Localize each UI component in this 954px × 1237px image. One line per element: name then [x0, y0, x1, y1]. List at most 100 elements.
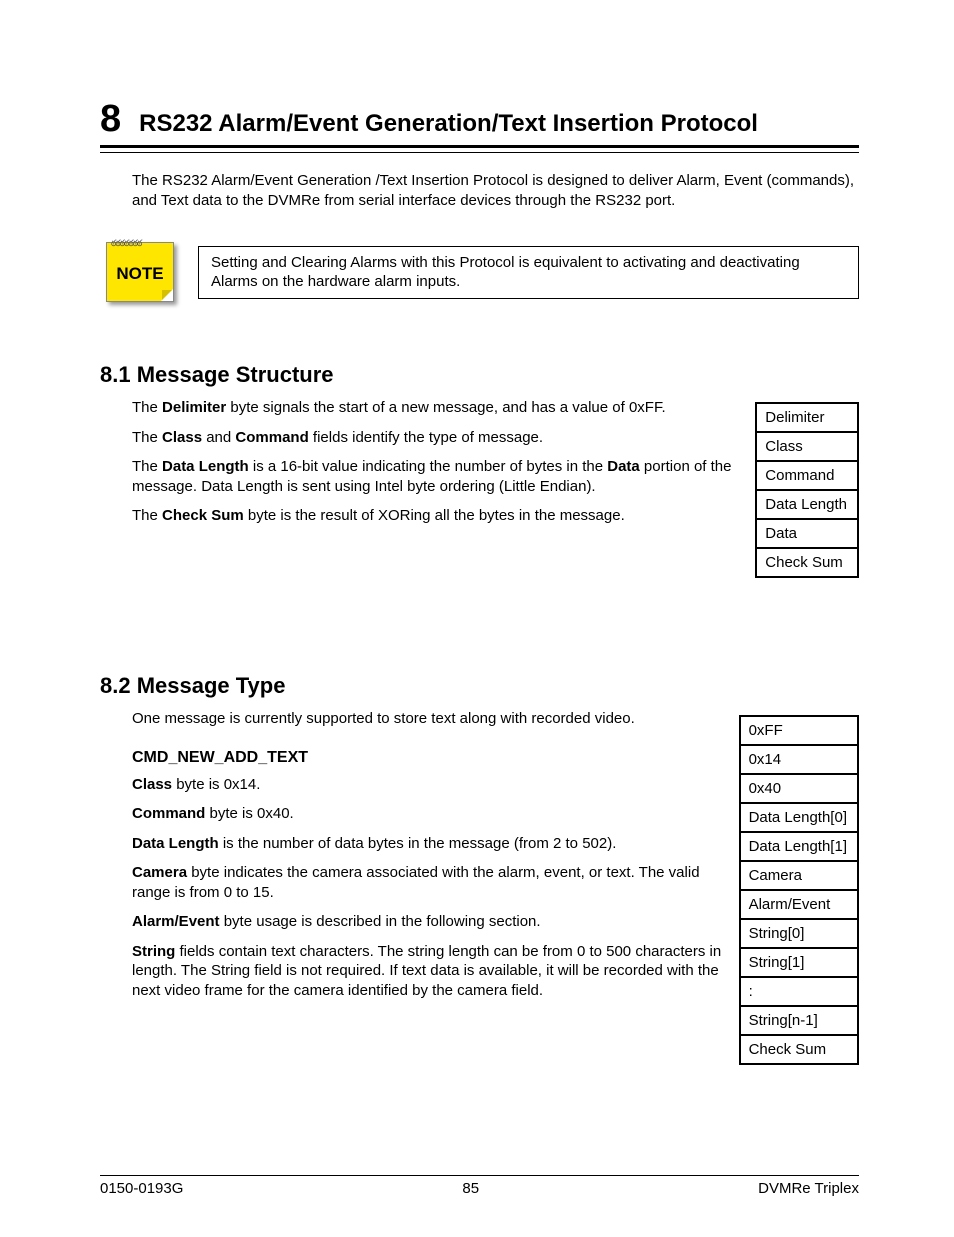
table-cell: :	[740, 977, 858, 1006]
table-row: Data Length	[756, 490, 858, 519]
table-cell: Camera	[740, 861, 858, 890]
section-8-1: The Delimiter byte signals the start of …	[100, 398, 859, 578]
table-cell: Class	[756, 432, 858, 461]
term-class: Class	[132, 776, 172, 793]
table-row: Class	[756, 432, 858, 461]
intro-paragraph: The RS232 Alarm/Event Generation /Text I…	[132, 171, 859, 210]
table-cell: Check Sum	[756, 548, 858, 577]
chapter-heading: 8 RS232 Alarm/Event Generation/Text Inse…	[100, 100, 859, 139]
section-heading-8-1: 8.1 Message Structure	[100, 362, 859, 388]
note-icon: ఠఠఠఠఠఠఠ NOTE	[106, 242, 174, 302]
text: and	[202, 429, 235, 446]
table-cell: Data Length	[756, 490, 858, 519]
section-8-2: 8.2 Message Type One message is currentl…	[100, 673, 859, 1065]
term-command: Command	[132, 805, 205, 822]
table-cell: Alarm/Event	[740, 890, 858, 919]
s82-p5: Camera byte indicates the camera associa…	[132, 863, 731, 902]
table-cell: String[0]	[740, 919, 858, 948]
section-heading-8-2: 8.2 Message Type	[100, 673, 731, 699]
table-row: Data	[756, 519, 858, 548]
table-row: Command	[756, 461, 858, 490]
text: The	[132, 458, 162, 475]
table-cell: String[1]	[740, 948, 858, 977]
table-row: Data Length[1]	[740, 832, 858, 861]
term-data: Data	[607, 458, 640, 475]
table-cell: 0xFF	[740, 716, 858, 745]
text: byte indicates the camera associated wit…	[132, 864, 700, 901]
text: fields identify the type of message.	[309, 429, 543, 446]
term-string: String	[132, 943, 175, 960]
table-row: String[n-1]	[740, 1006, 858, 1035]
note-callout: ఠఠఠఠఠఠఠ NOTE Setting and Clearing Alarms…	[106, 242, 859, 302]
heading-rule-thin	[100, 152, 859, 153]
note-text: Setting and Clearing Alarms with this Pr…	[198, 246, 859, 299]
text: is a 16-bit value indicating the number …	[249, 458, 608, 475]
table-row: Check Sum	[740, 1035, 858, 1064]
table-cell: Command	[756, 461, 858, 490]
s81-p1: The Delimiter byte signals the start of …	[132, 398, 747, 418]
s82-p6: Alarm/Event byte usage is described in t…	[132, 912, 731, 932]
table-row: Check Sum	[756, 548, 858, 577]
table-row: String[1]	[740, 948, 858, 977]
term-alarm-event: Alarm/Event	[132, 913, 220, 930]
term-data-length: Data Length	[162, 458, 249, 475]
term-delimiter: Delimiter	[162, 399, 226, 416]
table-row: 0xFF	[740, 716, 858, 745]
footer-rule	[100, 1175, 859, 1176]
footer-product-name: DVMRe Triplex	[758, 1180, 859, 1197]
table-cell: Delimiter	[756, 403, 858, 432]
section-8-1-content: The Delimiter byte signals the start of …	[100, 398, 747, 536]
text: byte is 0x14.	[172, 776, 260, 793]
table-row: 0x40	[740, 774, 858, 803]
table-cell: Data Length[1]	[740, 832, 858, 861]
chapter-title: RS232 Alarm/Event Generation/Text Insert…	[139, 109, 758, 139]
note-label: NOTE	[116, 264, 163, 284]
term-data-length: Data Length	[132, 835, 219, 852]
text: byte usage is described in the following…	[220, 913, 541, 930]
table-row: Alarm/Event	[740, 890, 858, 919]
footer-doc-id: 0150-0193G	[100, 1180, 183, 1197]
cmd-heading: CMD_NEW_ADD_TEXT	[132, 749, 731, 767]
page-footer: 0150-0193G 85 DVMRe Triplex	[100, 1180, 859, 1197]
table-row: Camera	[740, 861, 858, 890]
spiral-binding-icon: ఠఠఠఠఠఠఠ	[111, 238, 169, 251]
term-camera: Camera	[132, 864, 187, 881]
text: The	[132, 507, 162, 524]
page-fold-shadow	[162, 290, 172, 300]
term-check-sum: Check Sum	[162, 507, 244, 524]
table-cell: 0x40	[740, 774, 858, 803]
text: byte is 0x40.	[205, 805, 293, 822]
heading-rule-thick	[100, 145, 859, 148]
table-row: Data Length[0]	[740, 803, 858, 832]
s82-p3: Command byte is 0x40.	[132, 804, 731, 824]
s82-p7: String fields contain text characters. T…	[132, 942, 731, 1001]
document-page: 8 RS232 Alarm/Event Generation/Text Inse…	[0, 0, 954, 1237]
text: is the number of data bytes in the messa…	[219, 835, 617, 852]
table-cell: String[n-1]	[740, 1006, 858, 1035]
text: fields contain text characters. The stri…	[132, 943, 721, 999]
text: byte is the result of XORing all the byt…	[244, 507, 625, 524]
s81-p3: The Data Length is a 16-bit value indica…	[132, 457, 747, 496]
term-command: Command	[235, 429, 308, 446]
table-row: Delimiter	[756, 403, 858, 432]
s81-p4: The Check Sum byte is the result of XORi…	[132, 506, 747, 526]
table-row: :	[740, 977, 858, 1006]
s82-p1: One message is currently supported to st…	[132, 709, 731, 729]
s81-p2: The Class and Command fields identify th…	[132, 428, 747, 448]
table-cell: Check Sum	[740, 1035, 858, 1064]
text: The	[132, 399, 162, 416]
text: The	[132, 429, 162, 446]
s82-p2: Class byte is 0x14.	[132, 775, 731, 795]
chapter-number: 8	[100, 100, 121, 138]
message-structure-table: Delimiter Class Command Data Length Data…	[755, 402, 859, 578]
table-cell: Data Length[0]	[740, 803, 858, 832]
section-8-2-content: 8.2 Message Type One message is currentl…	[100, 673, 731, 1010]
table-row: String[0]	[740, 919, 858, 948]
term-class: Class	[162, 429, 202, 446]
s82-p4: Data Length is the number of data bytes …	[132, 834, 731, 854]
text: byte signals the start of a new message,…	[226, 399, 665, 416]
table-cell: Data	[756, 519, 858, 548]
footer-page-number: 85	[462, 1180, 479, 1197]
table-cell: 0x14	[740, 745, 858, 774]
table-row: 0x14	[740, 745, 858, 774]
